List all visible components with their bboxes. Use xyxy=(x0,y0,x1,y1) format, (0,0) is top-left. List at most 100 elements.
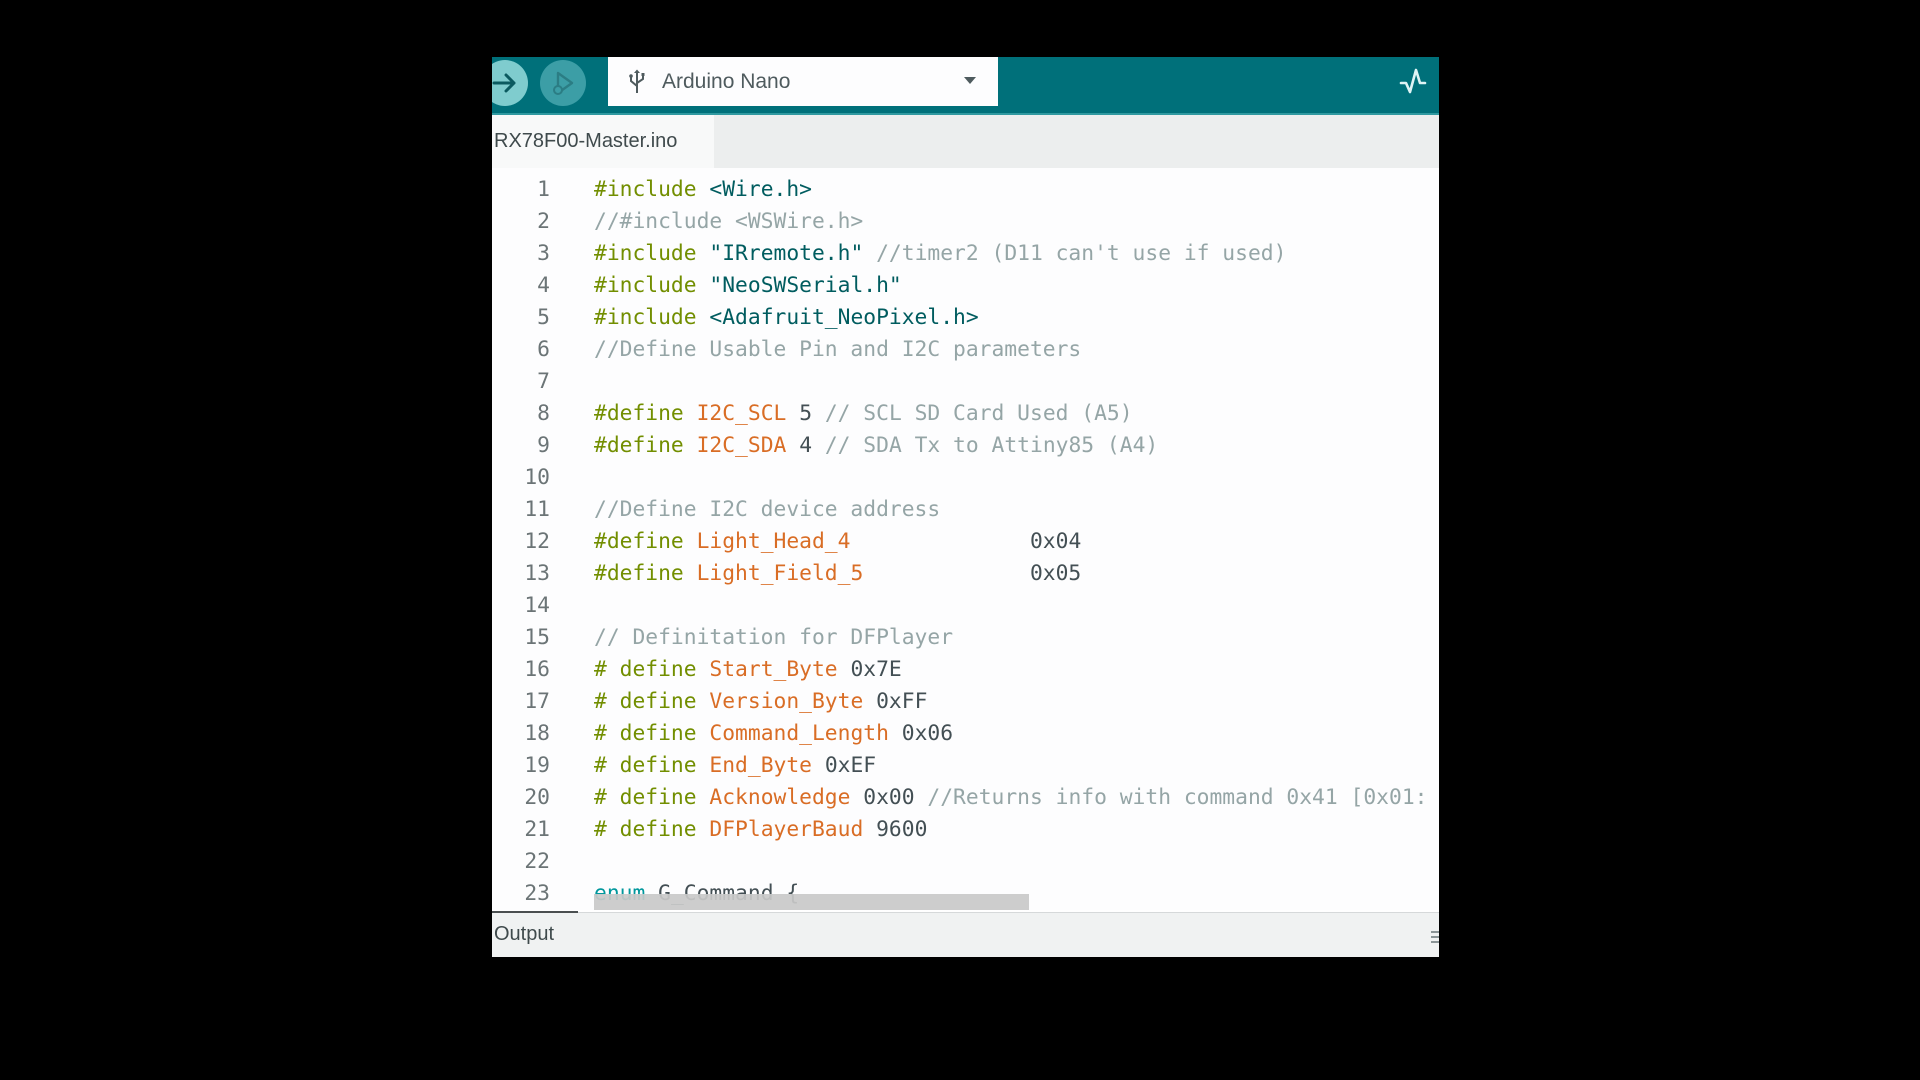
code-line[interactable]: 12 #define Light_Head_4 0x04 xyxy=(492,526,1439,558)
code-line[interactable]: 16 # define Start_Byte 0x7E xyxy=(492,654,1439,686)
code-token-kw: #define xyxy=(594,433,684,458)
code-line[interactable]: 2 //#include <WSWire.h> xyxy=(492,206,1439,238)
code-text: # define Start_Byte 0x7E xyxy=(594,654,902,686)
code-text: // Definitation for DFPlayer xyxy=(594,622,953,654)
code-line[interactable]: 1 #include <Wire.h> xyxy=(492,174,1439,206)
code-line[interactable]: 6 //Define Usable Pin and I2C parameters xyxy=(492,334,1439,366)
code-token-kw: #define xyxy=(594,529,684,554)
line-number: 2 xyxy=(537,209,550,234)
debug-play-icon xyxy=(553,71,574,95)
code-line[interactable]: 10 xyxy=(492,462,1439,494)
line-number: 4 xyxy=(537,273,550,298)
code-line[interactable]: 11 //Define I2C device address xyxy=(492,494,1439,526)
code-token-kw: # define xyxy=(594,689,697,714)
code-token-cm: //Returns info with command 0x41 [0x01: xyxy=(927,785,1428,810)
code-token-num: 0xFF xyxy=(876,689,928,714)
code-token-num: 9600 xyxy=(876,817,928,842)
code-token-kw: #include xyxy=(594,177,697,202)
code-token-cm: //#include <WSWire.h> xyxy=(594,209,864,234)
serial-plotter-button[interactable] xyxy=(1395,63,1431,99)
line-number: 9 xyxy=(537,433,550,458)
code-token-num: 4 xyxy=(799,433,813,458)
code-token-kw: #include xyxy=(594,241,697,266)
code-token-cm: // SDA Tx to Attiny85 (A4) xyxy=(824,433,1159,458)
code-line[interactable]: 14 xyxy=(492,590,1439,622)
code-line[interactable]: 8 #define I2C_SCL 5 // SCL SD Card Used (… xyxy=(492,398,1439,430)
arduino-ide-window: Arduino Nano RX78F00-Master.ino 1 #includ… xyxy=(492,57,1439,957)
code-token-id: End_Byte xyxy=(709,753,812,778)
code-line[interactable]: 7 xyxy=(492,366,1439,398)
code-text: # define DFPlayerBaud 9600 xyxy=(594,814,927,846)
upload-button[interactable] xyxy=(492,60,528,106)
code-token-id: I2C_SDA xyxy=(696,433,787,458)
code-line[interactable]: 9 #define I2C_SDA 4 // SDA Tx to Attiny85… xyxy=(492,430,1439,462)
code-line[interactable]: 21 # define DFPlayerBaud 9600 xyxy=(492,814,1439,846)
line-number: 7 xyxy=(537,369,550,394)
code-line[interactable]: 3 #include "IRremote.h" //timer2 (D11 can… xyxy=(492,238,1439,270)
code-line[interactable]: 18 # define Command_Length 0x06 xyxy=(492,718,1439,750)
output-label: Output xyxy=(494,923,555,945)
code-token-str: <Wire.h> xyxy=(709,177,812,202)
code-text: //#include <WSWire.h> xyxy=(594,206,863,238)
line-number: 5 xyxy=(537,305,550,330)
caret-down-icon xyxy=(964,77,976,84)
line-number: 12 xyxy=(524,529,550,554)
tab-bar: RX78F00-Master.ino xyxy=(492,115,1439,168)
code-text: # define Acknowledge 0x00 //Returns info… xyxy=(594,782,1427,814)
line-number: 19 xyxy=(524,753,550,778)
code-token-num: 5 xyxy=(799,401,813,426)
horizontal-scrollbar-thumb[interactable] xyxy=(594,894,1029,910)
tab-rx78f00-master-ino[interactable]: RX78F00-Master.ino xyxy=(492,115,714,168)
code-text: //Define Usable Pin and I2C parameters xyxy=(594,334,1081,366)
hamburger-menu-icon[interactable] xyxy=(1431,931,1439,947)
code-line[interactable]: 13 #define Light_Field_5 0x05 xyxy=(492,558,1439,590)
code-token-cm: //Define Usable Pin and I2C parameters xyxy=(594,337,1082,362)
code-text: # define Command_Length 0x06 xyxy=(594,718,953,750)
board-selector-dropdown[interactable]: Arduino Nano xyxy=(608,57,998,106)
code-line[interactable]: 20 # define Acknowledge 0x00 //Returns in… xyxy=(492,782,1439,814)
code-token-id: I2C_SCL xyxy=(696,401,787,426)
code-editor[interactable]: 1 #include <Wire.h> 2 //#include <WSWire.h>… xyxy=(492,168,1439,910)
line-number: 20 xyxy=(524,785,550,810)
code-line[interactable]: 5 #include <Adafruit_NeoPixel.h> xyxy=(492,302,1439,334)
toolbar: Arduino Nano xyxy=(492,57,1439,115)
code-line[interactable]: 15 // Definitation for DFPlayer xyxy=(492,622,1439,654)
code-token-kw: #define xyxy=(594,561,684,586)
code-token-cm: // SCL SD Card Used (A5) xyxy=(824,401,1133,426)
code-line[interactable]: 17 # define Version_Byte 0xFF xyxy=(492,686,1439,718)
code-token-str: "IRremote.h" xyxy=(709,241,864,266)
code-line[interactable]: 19 # define End_Byte 0xEF xyxy=(492,750,1439,782)
code-token-kw: #include xyxy=(594,305,697,330)
code-token-cm: //Define I2C device address xyxy=(594,497,941,522)
usb-icon xyxy=(626,69,648,95)
code-line[interactable]: 22 xyxy=(492,846,1439,878)
debug-button[interactable] xyxy=(540,60,586,106)
line-number: 21 xyxy=(524,817,550,842)
code-token-num: 0x06 xyxy=(901,721,954,746)
code-token-num: 0x05 xyxy=(1029,561,1082,586)
code-token-id: Start_Byte xyxy=(709,657,838,682)
code-text: //Define I2C device address xyxy=(594,494,940,526)
code-token-id: DFPlayerBaud xyxy=(709,817,864,842)
code-token-num: 0x7E xyxy=(850,657,902,682)
line-number: 11 xyxy=(524,497,550,522)
line-number: 18 xyxy=(524,721,550,746)
code-text: #define I2C_SDA 4 // SDA Tx to Attiny85 … xyxy=(594,430,1158,462)
code-line[interactable]: 4 #include "NeoSWSerial.h" xyxy=(492,270,1439,302)
